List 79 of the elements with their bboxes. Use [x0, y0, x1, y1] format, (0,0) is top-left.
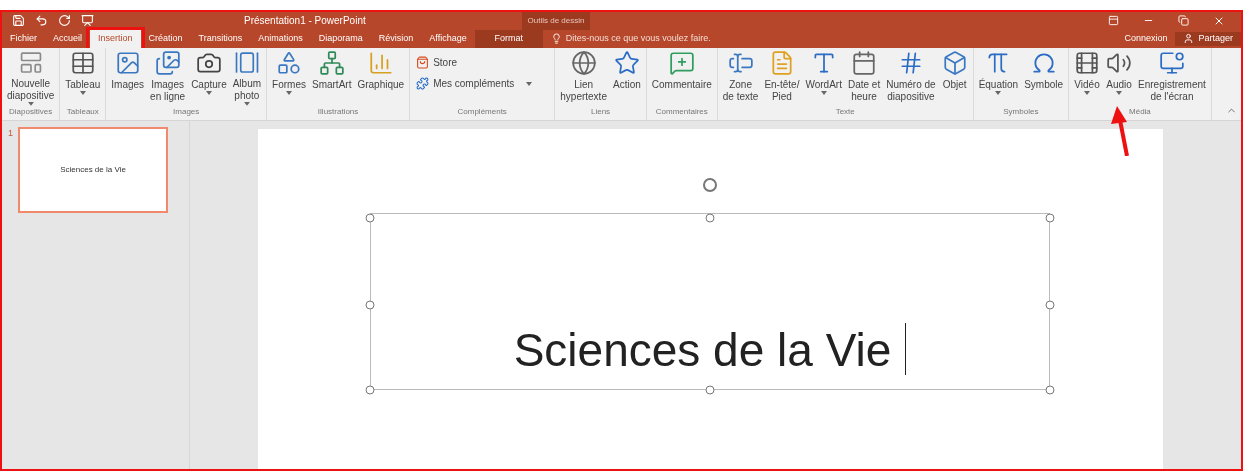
table-icon — [69, 50, 96, 76]
ribbon-button[interactable]: Zone de texte — [719, 48, 762, 106]
undo-icon[interactable] — [35, 14, 48, 28]
hierarchy-icon — [318, 50, 345, 76]
ribbon-button[interactable]: Nouvelle diapositive — [4, 48, 58, 106]
ribbon-button[interactable]: Tableau — [62, 48, 104, 106]
ribbon-tab[interactable]: Révision — [370, 29, 422, 48]
globe-icon — [570, 50, 597, 76]
ribbon-tab[interactable]: Fichier — [2, 29, 45, 48]
puzzle-icon — [416, 77, 430, 90]
calendar-icon — [851, 50, 878, 76]
ribbon-button[interactable]: Enregistrement de l'écran — [1135, 48, 1209, 106]
group-label: Diapositives — [8, 106, 54, 118]
cube-icon — [941, 50, 968, 76]
ribbon-button[interactable]: Vidéo — [1071, 48, 1104, 106]
ribbon-button[interactable]: Store — [412, 52, 537, 73]
redo-icon[interactable] — [58, 14, 71, 28]
ribbon-tab[interactable]: Transitions — [190, 29, 251, 48]
text-box[interactable]: Sciences de la Vie — [370, 213, 1050, 390]
ribbon-button[interactable]: Images — [108, 48, 148, 106]
ribbon-button[interactable]: Date et heure — [844, 48, 884, 106]
group-label: Commentaires — [654, 106, 709, 118]
bar-chart-icon — [367, 50, 394, 76]
group-label: Images — [172, 106, 201, 118]
ribbon-button[interactable]: Lien hypertexte — [557, 48, 610, 106]
group-label: Tableaux — [65, 106, 100, 118]
ribbon-button[interactable]: Graphique — [354, 48, 408, 106]
ribbon-button[interactable]: Commentaire — [648, 48, 715, 106]
lightbulb-icon — [550, 33, 562, 45]
ribbon-button[interactable]: Audio — [1103, 48, 1136, 106]
ribbon-button[interactable]: Images en ligne — [147, 48, 189, 106]
film-icon — [1074, 50, 1101, 76]
image-icon — [114, 50, 141, 76]
group-label: Liens — [589, 106, 612, 118]
slideshow-icon[interactable] — [81, 14, 94, 28]
ribbon-display-icon[interactable] — [1108, 15, 1119, 27]
ribbon-tab[interactable]: Accueil — [45, 29, 91, 48]
share-button[interactable]: Partager — [1175, 31, 1241, 46]
ribbon-button[interactable]: En-tête/ Pied — [761, 48, 803, 106]
slide-title: Sciences de la Vie — [513, 327, 892, 378]
group-label: Média — [1128, 106, 1152, 118]
slide-number: 1 — [8, 127, 13, 140]
ribbon-button[interactable]: Album photo — [229, 48, 265, 106]
ribbon-button[interactable]: Action — [609, 48, 644, 106]
context-group-label: Outils de dessin — [527, 14, 585, 27]
slide-thumbnail[interactable]: Sciences de la Vie — [18, 127, 168, 213]
ribbon-button[interactable]: Formes — [269, 48, 309, 106]
person-icon — [1183, 33, 1195, 45]
ribbon-button[interactable]: SmartArt — [308, 48, 355, 106]
comment-icon — [668, 50, 695, 76]
ribbon-button[interactable]: WordArt — [802, 48, 845, 106]
photo-album-icon — [233, 50, 260, 76]
shapes-icon — [276, 50, 302, 76]
ribbon-tab[interactable]: Affichage — [421, 29, 475, 48]
star-icon — [613, 50, 640, 76]
sign-in-link[interactable]: Connexion — [1124, 32, 1168, 46]
ribbon-button[interactable]: Objet — [938, 48, 971, 106]
ribbon-tab[interactable]: Diaporama — [310, 29, 371, 48]
ribbon-button[interactable]: Mes compléments — [412, 73, 537, 94]
ribbon-tab[interactable]: Création — [140, 29, 191, 48]
group-label: Texte — [834, 106, 856, 118]
screen-icon — [1158, 50, 1185, 76]
text-box-icon — [727, 50, 754, 76]
ribbon-button[interactable]: Équation — [975, 48, 1022, 106]
group-label: Compléments — [456, 106, 508, 118]
save-icon[interactable] — [12, 14, 25, 28]
tell-me-field[interactable]: Dites-nous ce que vous voulez faire. — [565, 32, 846, 46]
ribbon-tab[interactable]: Animations — [250, 29, 311, 48]
group-label: Symboles — [1002, 106, 1040, 118]
window-title: Présentation1 - PowerPoint — [244, 14, 366, 29]
restore-icon[interactable] — [1178, 15, 1189, 27]
images-icon — [154, 50, 181, 76]
camera-icon — [195, 50, 222, 76]
thumbnail-title: Sciences de la Vie — [60, 164, 126, 176]
ribbon-button[interactable]: Capture — [188, 48, 230, 106]
group-label: Illustrations — [316, 106, 360, 118]
shopping-bag-icon — [416, 56, 430, 69]
ribbon-button[interactable]: Numéro de diapositive — [883, 48, 939, 106]
ribbon-button[interactable]: Symbole — [1021, 48, 1067, 106]
